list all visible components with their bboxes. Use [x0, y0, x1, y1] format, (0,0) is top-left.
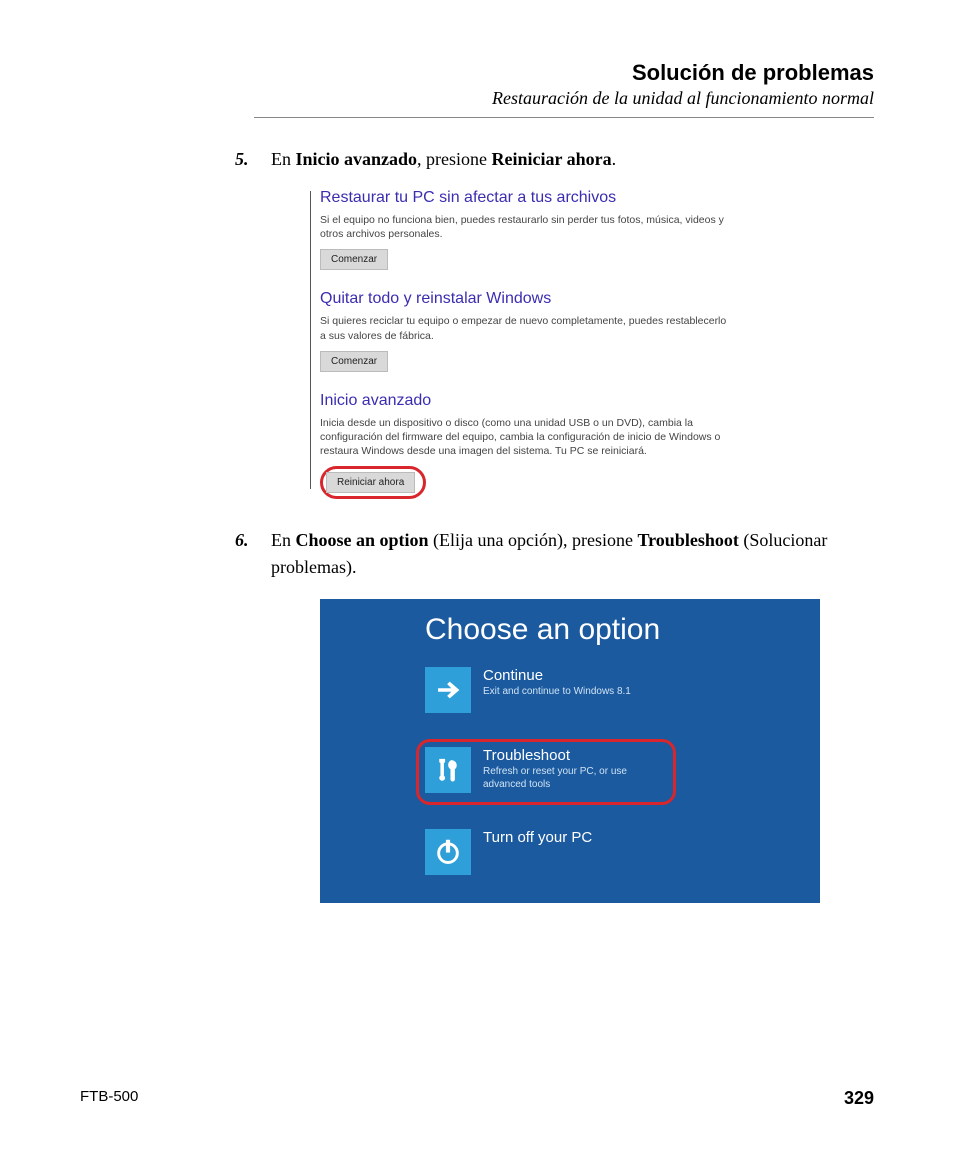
section-title: Inicio avanzado [320, 392, 730, 410]
page-section-subtitle: Restauración de la unidad al funcionamie… [80, 88, 874, 109]
option-label: Turn off your PC [483, 829, 592, 846]
text-fragment: En [271, 149, 296, 169]
step-number-6: 6. [235, 527, 271, 554]
text-fragment: , presione [417, 149, 491, 169]
section-refresh-pc: Restaurar tu PC sin afectar a tus archiv… [320, 189, 730, 270]
choose-option-screenshot: Choose an option Continue Exit and conti… [320, 599, 820, 903]
option-turn-off[interactable]: Turn off your PC [425, 829, 592, 875]
settings-screenshot: Restaurar tu PC sin afectar a tus archiv… [320, 189, 730, 499]
text-fragment: (Elija una opción), presione [429, 530, 638, 550]
step-6-text: En Choose an option (Elija una opción), … [271, 527, 874, 581]
text-bold: Reiniciar ahora [492, 149, 612, 169]
footer-model: FTB-500 [80, 1088, 138, 1109]
section-remove-reinstall: Quitar todo y reinstalar Windows Si quie… [320, 290, 730, 371]
text-bold: Troubleshoot [637, 530, 738, 550]
section-title: Quitar todo y reinstalar Windows [320, 290, 730, 308]
text-bold: Choose an option [296, 530, 429, 550]
option-sub: Exit and continue to Windows 8.1 [483, 686, 631, 699]
page-section-title: Solución de problemas [80, 60, 874, 86]
section-desc: Si quieres reciclar tu equipo o empezar … [320, 314, 730, 342]
header-rule [254, 117, 874, 118]
step-number-5: 5. [235, 146, 271, 173]
highlight-ring: Reiniciar ahora [320, 466, 426, 499]
tools-icon [425, 747, 471, 793]
text-fragment: . [612, 149, 617, 169]
restart-now-button[interactable]: Reiniciar ahora [326, 472, 415, 493]
section-advanced-startup: Inicio avanzado Inicia desde un disposit… [320, 392, 730, 500]
arrow-right-icon [425, 667, 471, 713]
vertical-rule [310, 191, 311, 489]
text-bold: Inicio avanzado [296, 149, 418, 169]
section-title: Restaurar tu PC sin afectar a tus archiv… [320, 189, 730, 207]
begin-button[interactable]: Comenzar [320, 249, 388, 270]
power-icon [425, 829, 471, 875]
option-continue[interactable]: Continue Exit and continue to Windows 8.… [425, 667, 631, 713]
begin-button[interactable]: Comenzar [320, 351, 388, 372]
option-sub: Refresh or reset your PC, or use advance… [483, 766, 653, 791]
option-troubleshoot[interactable]: Troubleshoot Refresh or reset your PC, o… [425, 747, 653, 793]
text-fragment: En [271, 530, 296, 550]
step-5-text: En Inicio avanzado, presione Reiniciar a… [271, 146, 874, 173]
page-number: 329 [844, 1088, 874, 1109]
screen-title: Choose an option [425, 613, 660, 647]
option-label: Troubleshoot [483, 747, 653, 764]
section-desc: Inicia desde un dispositivo o disco (com… [320, 416, 730, 459]
section-desc: Si el equipo no funciona bien, puedes re… [320, 213, 730, 241]
option-label: Continue [483, 667, 631, 684]
